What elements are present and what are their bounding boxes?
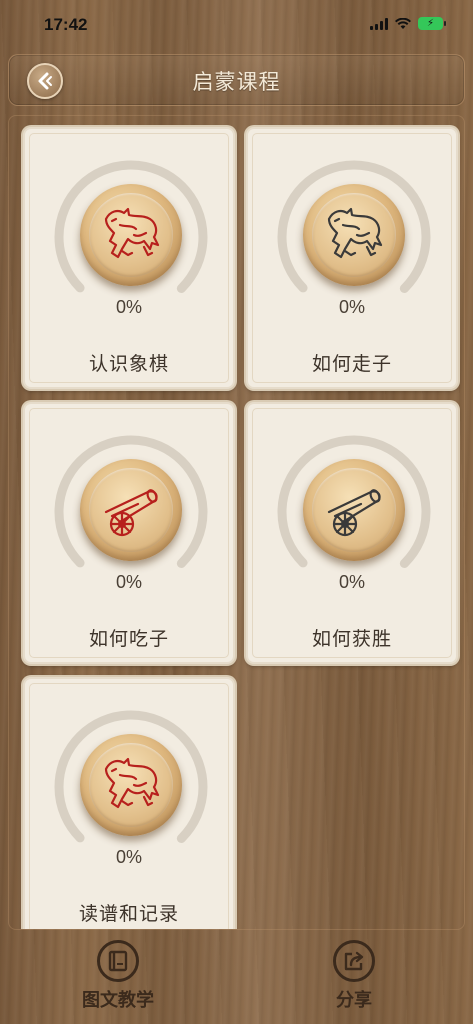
lesson-title: 如何走子 — [311, 353, 392, 375]
lesson-card-3[interactable]: 0% 如何吃子 — [23, 402, 235, 664]
book-icon — [97, 940, 139, 982]
cannon-icon — [327, 489, 381, 537]
progress-percent: 0% — [338, 297, 365, 317]
status-icons: ⚡ — [370, 17, 446, 30]
cannon-icon — [104, 489, 158, 537]
lesson-title: 读谱和记录 — [78, 903, 179, 925]
horse-icon — [104, 757, 160, 809]
lesson-title: 如何获胜 — [311, 628, 392, 650]
chess-piece — [80, 734, 182, 836]
lesson-card-2[interactable]: 0% 如何走子 — [246, 127, 458, 389]
progress-percent: 0% — [338, 572, 365, 592]
progress-percent: 0% — [115, 572, 142, 592]
status-bar: 17:42 ⚡ — [0, 0, 473, 48]
tab-tutorial[interactable]: 图文教学 — [58, 940, 178, 1012]
chess-piece — [80, 184, 182, 286]
tab-share-label: 分享 — [336, 990, 372, 1011]
bottom-tab-bar: 图文教学 分享 — [0, 934, 473, 1024]
lesson-card-5[interactable]: 0% 读谱和记录 — [23, 677, 235, 929]
header-bar: 启蒙课程 — [8, 54, 465, 106]
chess-piece — [80, 459, 182, 561]
lesson-title: 认识象棋 — [88, 353, 169, 375]
horse-icon — [327, 207, 383, 259]
tab-tutorial-label: 图文教学 — [82, 990, 154, 1011]
page-title: 启蒙课程 — [192, 70, 281, 94]
lesson-grid: 0% 认识象棋 0% 如何走子 0% 如何吃子 0% 如何获胜 0% 读谱和记录 — [8, 115, 465, 930]
battery-charging-icon: ⚡ — [418, 17, 446, 30]
signal-icon — [370, 17, 388, 30]
wifi-icon — [395, 17, 411, 29]
status-time: 17:42 — [44, 15, 88, 34]
lesson-title: 如何吃子 — [88, 628, 169, 650]
lesson-card-1[interactable]: 0% 认识象棋 — [23, 127, 235, 389]
chess-piece — [303, 459, 405, 561]
lesson-card-4[interactable]: 0% 如何获胜 — [246, 402, 458, 664]
share-icon — [333, 940, 375, 982]
chess-piece — [303, 184, 405, 286]
progress-percent: 0% — [115, 297, 142, 317]
tab-share[interactable]: 分享 — [294, 940, 414, 1012]
horse-icon — [104, 207, 160, 259]
progress-percent: 0% — [115, 847, 142, 867]
